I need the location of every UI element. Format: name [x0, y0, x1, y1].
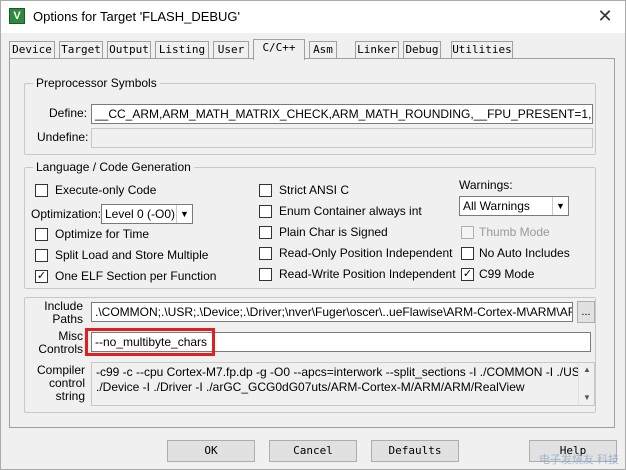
preprocessor-group: Preprocessor Symbols Define: __CC_ARM,AR…: [24, 76, 596, 155]
define-input[interactable]: __CC_ARM,ARM_MATH_MATRIX_CHECK,ARM_MATH_…: [91, 104, 593, 124]
tab-asm[interactable]: Asm: [309, 41, 337, 59]
language-group-label: Language / Code Generation: [33, 160, 194, 174]
rw-pi-label: Read-Write Position Independent: [279, 267, 456, 281]
rw-pi-checkbox[interactable]: [259, 268, 272, 281]
undefine-input[interactable]: [91, 128, 593, 148]
tab-output[interactable]: Output: [107, 41, 151, 59]
window-title: Options for Target 'FLASH_DEBUG': [33, 9, 241, 24]
ok-button[interactable]: OK: [167, 440, 255, 462]
misc-controls-label: Misc Controls: [38, 329, 83, 356]
tab-linker[interactable]: Linker: [355, 41, 399, 59]
tab-c-cpp[interactable]: C/C++: [253, 39, 305, 60]
language-group: Language / Code Generation Execute-only …: [24, 160, 596, 289]
tab-strip: Device Target Output Listing User C/C++ …: [9, 39, 615, 60]
tab-target[interactable]: Target: [59, 41, 103, 59]
scroll-down-icon[interactable]: ▼: [579, 391, 594, 405]
undefine-label: Undefine:: [37, 130, 89, 144]
warnings-label: Warnings:: [459, 178, 513, 192]
enum-container-label: Enum Container always int: [279, 204, 422, 218]
tab-user[interactable]: User: [213, 41, 249, 59]
scroll-up-icon[interactable]: ▲: [579, 363, 594, 377]
close-icon[interactable]: ✕: [591, 5, 619, 27]
include-paths-input[interactable]: .\COMMON;.\USR;.\Device;.\Driver;\nver\F…: [91, 302, 573, 322]
compile-options-group: Include Paths .\COMMON;.\USR;.\Device;.\…: [24, 297, 596, 413]
compiler-scrollbar[interactable]: ▲ ▼: [578, 363, 594, 405]
no-auto-includes-checkbox[interactable]: [461, 247, 474, 260]
preprocessor-group-label: Preprocessor Symbols: [33, 76, 160, 90]
optimize-time-checkbox[interactable]: [35, 228, 48, 241]
compiler-line-1: -c99 -c --cpu Cortex-M7.fp.dp -g -O0 --a…: [96, 365, 595, 379]
chevron-down-icon: ▼: [552, 197, 568, 215]
ro-pi-label: Read-Only Position Independent: [279, 246, 453, 260]
define-label: Define:: [49, 106, 88, 120]
enum-container-checkbox[interactable]: [259, 205, 272, 218]
title-bar: V Options for Target 'FLASH_DEBUG' ✕: [1, 1, 625, 33]
split-load-label: Split Load and Store Multiple: [55, 248, 209, 262]
ro-pi-checkbox[interactable]: [259, 247, 272, 260]
execute-only-label: Execute-only Code: [55, 183, 157, 197]
strict-ansi-checkbox[interactable]: [259, 184, 272, 197]
warnings-value: All Warnings: [463, 199, 530, 213]
split-load-checkbox[interactable]: [35, 249, 48, 262]
cancel-button[interactable]: Cancel: [269, 440, 357, 462]
no-auto-includes-label: No Auto Includes: [479, 246, 570, 260]
tab-debug[interactable]: Debug: [403, 41, 441, 59]
compiler-line-2: ./Device -I ./Driver -I ./arGC_GCG0dG07u…: [96, 380, 525, 394]
tab-listing[interactable]: Listing: [155, 41, 209, 59]
compiler-control-string: -c99 -c --cpu Cortex-M7.fp.dp -g -O0 --a…: [91, 362, 595, 406]
c99-mode-label: C99 Mode: [479, 267, 535, 281]
include-paths-label: Include Paths: [44, 299, 83, 326]
warnings-select[interactable]: All Warnings ▼: [459, 196, 569, 216]
watermark: 电子发烧友 科技: [538, 454, 619, 466]
c99-mode-checkbox[interactable]: ✓: [461, 268, 474, 281]
thumb-mode-label: Thumb Mode: [479, 225, 550, 239]
plain-char-label: Plain Char is Signed: [279, 225, 388, 239]
compiler-control-label: Compiler control string: [36, 363, 85, 403]
plain-char-checkbox[interactable]: [259, 226, 272, 239]
optimize-time-label: Optimize for Time: [55, 227, 150, 241]
tab-device[interactable]: Device: [9, 41, 55, 59]
one-elf-label: One ELF Section per Function: [55, 269, 217, 283]
one-elf-checkbox[interactable]: ✓: [35, 270, 48, 283]
optimization-label: Optimization:: [31, 207, 102, 221]
chevron-down-icon: ▼: [176, 205, 192, 223]
optimization-value: Level 0 (-O0): [105, 207, 176, 221]
strict-ansi-label: Strict ANSI C: [279, 183, 350, 197]
highlight-box: [85, 328, 215, 356]
include-browse-button[interactable]: ...: [577, 301, 595, 323]
execute-only-checkbox[interactable]: [35, 184, 48, 197]
tab-utilities[interactable]: Utilities: [451, 41, 513, 59]
optimization-select[interactable]: Level 0 (-O0) ▼: [101, 204, 193, 224]
tab-page-c-cpp: Preprocessor Symbols Define: __CC_ARM,AR…: [9, 58, 615, 428]
options-dialog: V Options for Target 'FLASH_DEBUG' ✕ Dev…: [0, 0, 626, 470]
defaults-button[interactable]: Defaults: [371, 440, 459, 462]
keil-app-icon: V: [9, 8, 25, 24]
thumb-mode-checkbox[interactable]: [461, 226, 474, 239]
